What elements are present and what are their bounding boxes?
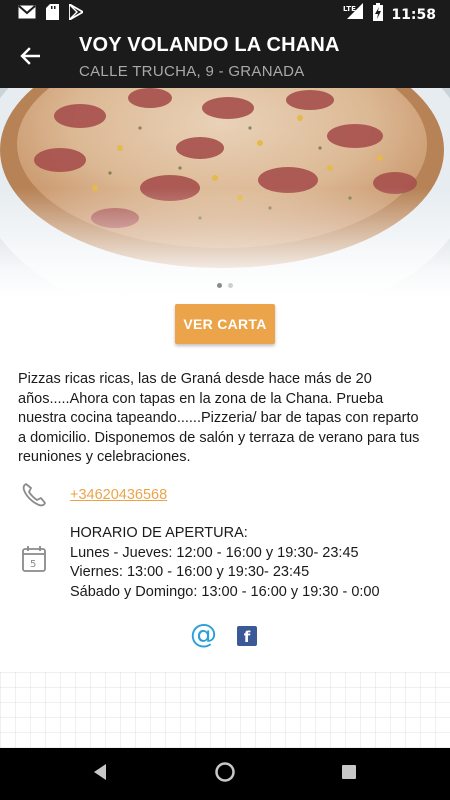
status-bar: LTE 11:58 [0, 0, 450, 26]
home-circle-icon[interactable] [214, 761, 236, 788]
lte-signal-icon: LTE [343, 3, 365, 26]
social-links: @ f [0, 620, 450, 652]
hero-fade-overlay [0, 188, 450, 298]
system-nav-bar [0, 748, 450, 800]
play-store-icon [68, 2, 85, 25]
hours-line: Viernes: 13:00 - 16:00 y 19:30- 23:45 [70, 564, 310, 580]
restaurant-description: Pizzas ricas ricas, las de Graná desde h… [18, 371, 420, 465]
arrow-back-icon [20, 46, 41, 71]
recents-square-icon[interactable] [341, 764, 357, 785]
battery-charging-icon [373, 3, 384, 26]
app-bar: VOY VOLANDO LA CHANA CALLE TRUCHA, 9 - G… [0, 26, 450, 88]
hours-heading: HORARIO DE APERTURA: [70, 525, 248, 541]
carousel-indicator [0, 283, 450, 288]
facebook-icon[interactable]: f [237, 626, 257, 646]
gmail-icon [18, 5, 36, 24]
sd-card-icon [46, 4, 59, 25]
back-button[interactable] [14, 42, 46, 74]
hero-carousel[interactable] [0, 88, 450, 298]
carousel-dot-2[interactable] [228, 283, 233, 288]
phone-link[interactable]: +34620436568 [70, 487, 167, 503]
hours-line: Sábado y Domingo: 13:00 - 16:00 y 19:30 … [70, 583, 380, 600]
phone-icon[interactable] [20, 481, 48, 514]
svg-text:LTE: LTE [343, 5, 356, 13]
carousel-dot-1[interactable] [217, 283, 222, 288]
email-icon[interactable]: @ [190, 620, 217, 650]
status-time: 11:58 [391, 6, 436, 23]
calendar-icon: 5 [20, 544, 48, 579]
page-subtitle: CALLE TRUCHA, 9 - GRANADA [79, 63, 305, 80]
hours-line: Lunes - Jueves: 12:00 - 16:00 y 19:30- 2… [70, 544, 359, 561]
grid-background [0, 672, 450, 748]
phone-row: +34620436568 [0, 480, 450, 510]
page-title: VOY VOLANDO LA CHANA [79, 34, 340, 56]
svg-text:5: 5 [30, 559, 36, 570]
ver-carta-button[interactable]: VER CARTA [175, 304, 275, 344]
back-triangle-icon[interactable] [92, 762, 108, 787]
